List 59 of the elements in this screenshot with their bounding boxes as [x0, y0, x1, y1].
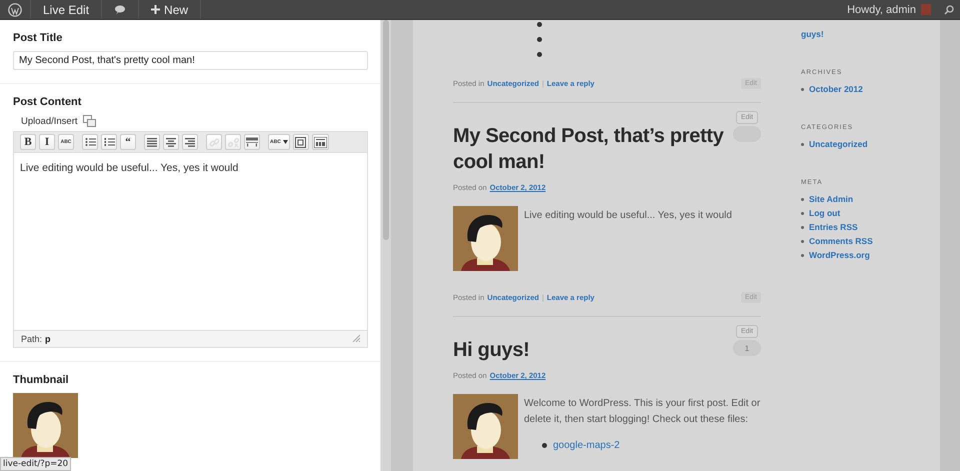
- cartoon-avatar-drawing: [453, 206, 518, 271]
- field-label: Post Content: [13, 96, 82, 108]
- sidebar-link[interactable]: Log out: [809, 206, 840, 220]
- greeting-text[interactable]: Howdy, admin: [847, 4, 916, 16]
- format-button[interactable]: I: [39, 134, 55, 150]
- fullscreen-button[interactable]: [292, 134, 309, 150]
- sidebar-link[interactable]: Entries RSS: [809, 220, 858, 234]
- sidebar-link[interactable]: Site Admin: [809, 192, 854, 206]
- more-button[interactable]: [244, 134, 260, 150]
- format-button[interactable]: “: [120, 134, 136, 150]
- numbered-list-icon: [104, 137, 114, 147]
- align-right-button[interactable]: [182, 134, 198, 150]
- align-center-button[interactable]: [163, 134, 179, 150]
- numbers-button[interactable]: [101, 134, 117, 150]
- file-link[interactable]: google-maps-2: [553, 440, 620, 451]
- chain-link-icon: [208, 136, 220, 148]
- post-excerpt: Live editing would be useful... Yes, yes it would: [524, 209, 732, 223]
- bulleted-list-icon: [84, 137, 96, 147]
- new-menu[interactable]: New: [139, 0, 202, 19]
- resize-grip-icon: [352, 334, 360, 342]
- post-title[interactable]: My Second Post, that’s pretty cool man!: [453, 123, 727, 175]
- path-label: Path:: [21, 334, 42, 344]
- title-input[interactable]: My Second Post, that's pretty cool man!: [13, 51, 368, 70]
- status-url-tooltip: live-edit/?p=20: [0, 457, 72, 471]
- field-label: Post Title: [13, 32, 64, 44]
- align-right-icon: [185, 137, 195, 147]
- caret-icon: [282, 140, 288, 144]
- comment-count-bubble[interactable]: 1: [733, 340, 761, 356]
- site-menu[interactable]: Live Edit: [31, 0, 102, 19]
- sidebar-link[interactable]: October 2012: [809, 82, 863, 96]
- speech-bubble-icon: [114, 4, 126, 14]
- scrollbar-thumb[interactable]: [383, 20, 389, 240]
- content-editor[interactable]: Live editing would be useful... Yes, yes it would: [14, 153, 367, 330]
- wordpress-logo-icon: [8, 2, 22, 16]
- comment-link[interactable]: guys!: [801, 27, 824, 41]
- upload-insert-label[interactable]: Upload/Insert: [21, 116, 78, 126]
- broken-link-icon: [228, 136, 238, 148]
- sidebar-link[interactable]: Uncategorized: [809, 137, 868, 151]
- sidebar-link[interactable]: Comments RSS: [809, 234, 873, 248]
- search-icon[interactable]: [944, 4, 954, 14]
- align-center-icon: [166, 137, 176, 147]
- bullet-list-drawing: [537, 22, 543, 57]
- path-value[interactable]: p: [45, 334, 51, 344]
- cartoon-avatar-drawing: [453, 394, 518, 459]
- post-title[interactable]: Hi guys!: [453, 337, 530, 363]
- post-excerpt: Welcome to WordPress. This is your first post. Edit or delete it, then start blogging! Check out these files:: [524, 397, 761, 427]
- plus-icon: [151, 5, 160, 14]
- sink-button[interactable]: [312, 134, 329, 150]
- align-left-button[interactable]: [144, 134, 160, 150]
- fullscreen-icon: [295, 136, 306, 148]
- cartoon-avatar-drawing: [13, 393, 78, 458]
- align-left-icon: [147, 137, 157, 147]
- field-label: Thumbnail: [13, 374, 70, 386]
- read-more-tag-icon: [246, 137, 258, 147]
- format-button[interactable]: B: [20, 134, 36, 150]
- media-icon: [82, 115, 96, 127]
- bullets-button[interactable]: [82, 134, 98, 150]
- toolbar-toggle-icon: [314, 136, 327, 148]
- sidebar-link[interactable]: WordPress.org: [809, 248, 870, 262]
